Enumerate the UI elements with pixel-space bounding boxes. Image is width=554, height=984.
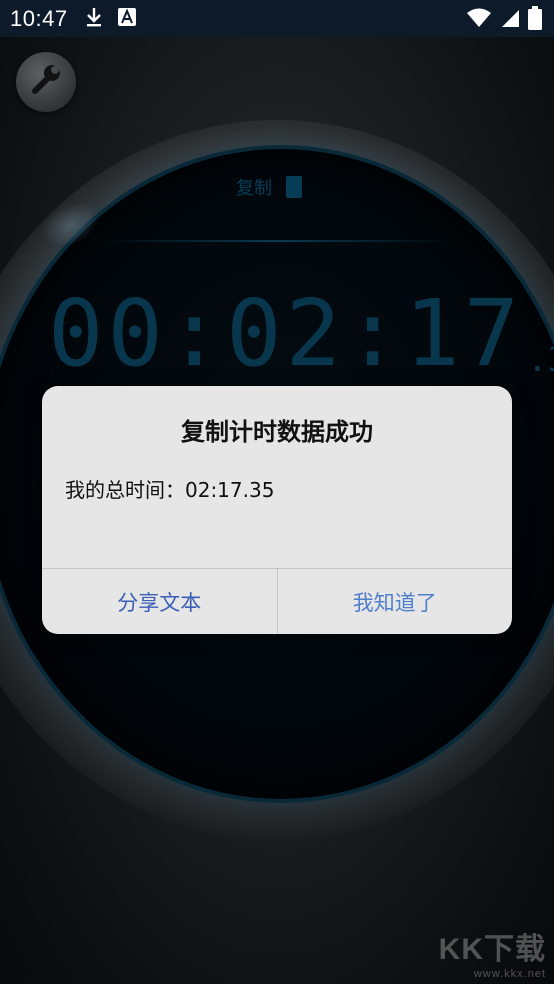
copy-success-dialog: 复制计时数据成功 我的总时间：02:17.35 分享文本 我知道了	[42, 386, 512, 634]
app-screen: 10:47 复制 00:02:17 . KK下载 www.kkx.net 复制计…	[0, 0, 554, 984]
wifi-icon	[466, 7, 492, 33]
got-it-button[interactable]: 我知道了	[276, 569, 513, 634]
status-right-icons	[466, 6, 542, 34]
download-icon	[84, 6, 104, 32]
dialog-buttons: 分享文本 我知道了	[42, 569, 512, 634]
dialog-title: 复制计时数据成功	[181, 418, 373, 446]
status-time: 10:47	[10, 5, 68, 31]
dialog-message: 我的总时间：02:17.35	[65, 478, 275, 502]
status-bar: 10:47	[0, 0, 554, 37]
font-a-icon	[117, 7, 136, 30]
share-text-button[interactable]: 分享文本	[42, 569, 277, 634]
signal-icon	[500, 8, 520, 32]
battery-icon	[528, 6, 542, 34]
